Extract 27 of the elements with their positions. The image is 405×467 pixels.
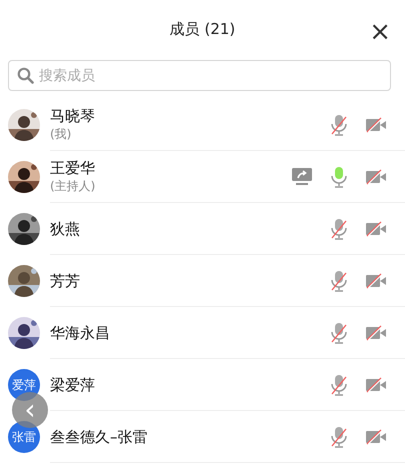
camera-off-icon[interactable] xyxy=(365,116,387,132)
search-field[interactable]: 搜索成员 xyxy=(8,60,391,91)
member-name: 王爱华 xyxy=(50,158,96,176)
member-name: 叁叁德久–张雷 xyxy=(50,428,148,446)
camera-off-icon[interactable] xyxy=(365,220,387,236)
screen-share-icon[interactable] xyxy=(291,166,313,186)
muted-microphone-icon[interactable] xyxy=(329,114,349,136)
camera-off-icon[interactable] xyxy=(365,168,387,184)
member-name: 马晓琴 xyxy=(50,106,96,124)
member-name: 狄燕 xyxy=(50,220,81,238)
camera-off-icon[interactable] xyxy=(365,272,387,288)
camera-off-icon[interactable] xyxy=(365,324,387,340)
member-name: 芳芳 xyxy=(50,272,81,290)
microphone-icon[interactable] xyxy=(329,166,349,188)
muted-microphone-icon[interactable] xyxy=(329,374,349,396)
member-name: 华海永昌 xyxy=(50,324,111,342)
muted-microphone-icon[interactable] xyxy=(329,270,349,292)
close-button[interactable]: × xyxy=(369,19,391,45)
camera-off-icon[interactable] xyxy=(365,376,387,392)
muted-microphone-icon[interactable] xyxy=(329,218,349,240)
member-role: (我) xyxy=(50,126,72,142)
panel-title: 成员 (21) xyxy=(170,18,236,40)
muted-microphone-icon[interactable] xyxy=(329,426,349,448)
muted-microphone-icon[interactable] xyxy=(329,322,349,344)
camera-off-icon[interactable] xyxy=(365,428,387,444)
member-role: (主持人) xyxy=(50,178,96,194)
member-name: 梁爱萍 xyxy=(50,376,96,394)
